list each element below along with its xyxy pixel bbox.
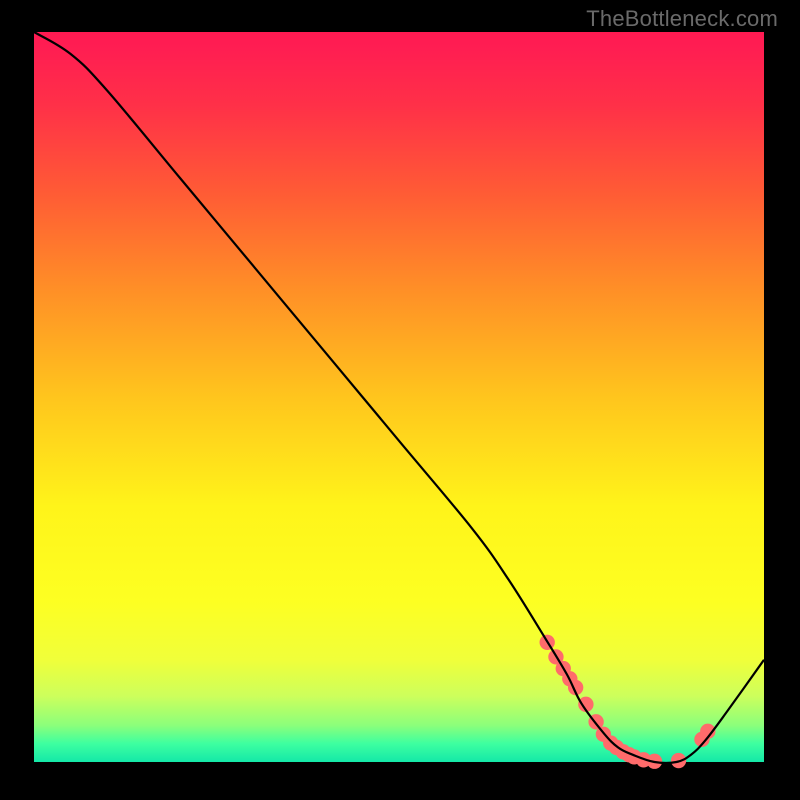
bottleneck-curve — [34, 32, 764, 763]
curve-layer — [34, 32, 764, 762]
chart-frame: TheBottleneck.com — [0, 0, 800, 800]
watermark-label: TheBottleneck.com — [586, 6, 778, 32]
plot-area — [34, 32, 764, 762]
marker-dots — [540, 635, 716, 769]
